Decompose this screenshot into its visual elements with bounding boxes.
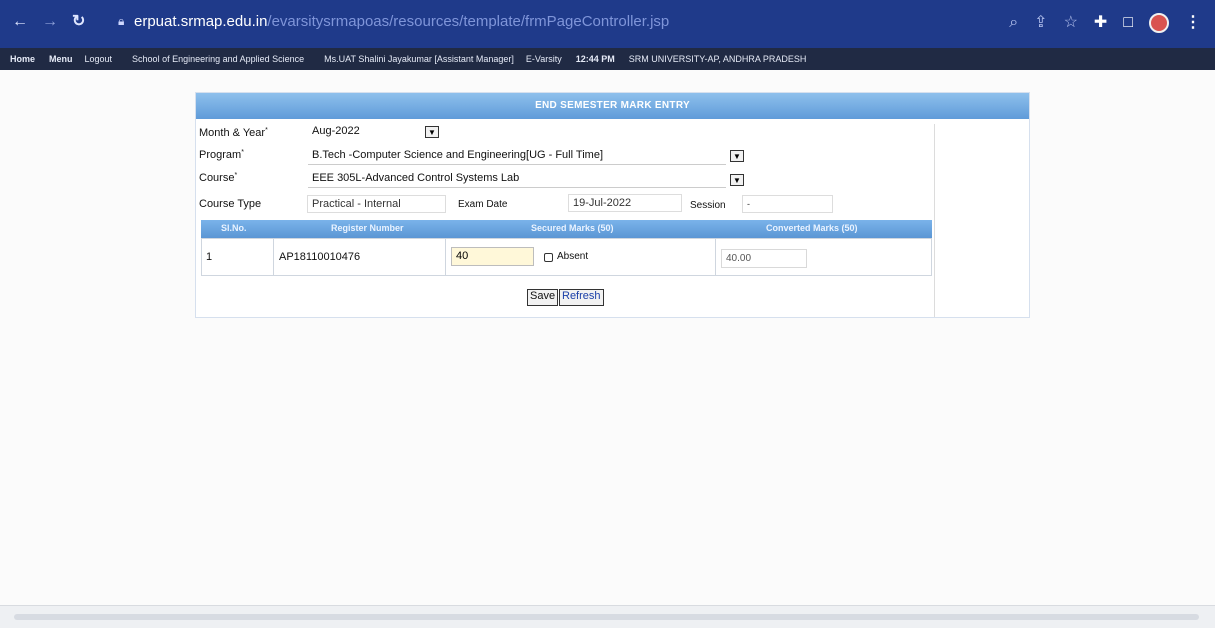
column-divider bbox=[445, 239, 446, 275]
header-register: Register Number bbox=[331, 223, 404, 233]
table-header: Sl.No. Register Number Secured Marks (50… bbox=[201, 220, 932, 238]
address-bar[interactable]: 🔒︎ erpuat.srmap.edu.in/evarsitysrmapoas/… bbox=[110, 8, 990, 38]
course-dropdown-icon[interactable]: ▼ bbox=[730, 174, 744, 186]
url-domain: erpuat.srmap.edu.in bbox=[134, 13, 268, 30]
course-label-text: Course bbox=[199, 172, 235, 184]
lock-icon: 🔒︎ bbox=[118, 14, 125, 28]
panel-right-divider bbox=[934, 124, 935, 317]
scrollbar-thumb[interactable] bbox=[14, 614, 1199, 620]
menu-link[interactable]: Menu bbox=[49, 54, 73, 64]
horizontal-scrollbar[interactable] bbox=[0, 605, 1215, 628]
month-year-dropdown-icon[interactable]: ▼ bbox=[425, 126, 439, 138]
school-name: School of Engineering and Applied Scienc… bbox=[132, 54, 305, 64]
course-select[interactable]: EEE 305L-Advanced Control Systems Lab bbox=[308, 171, 726, 188]
app-menu-bar: Home Menu Logout School of Engineering a… bbox=[0, 48, 1215, 70]
month-year-value[interactable]: Aug-2022 bbox=[312, 125, 360, 137]
course-type-label: Course Type bbox=[199, 198, 262, 210]
home-link[interactable]: Home bbox=[10, 54, 35, 64]
kebab-menu-icon[interactable]: ⋮ bbox=[1185, 13, 1201, 33]
required-asterisk: * bbox=[234, 172, 238, 179]
secured-marks-input[interactable]: 40 bbox=[451, 247, 534, 266]
converted-marks-field: 40.00 bbox=[721, 249, 807, 268]
program-dropdown-icon[interactable]: ▼ bbox=[730, 150, 744, 162]
exam-date-field: 19-Jul-2022 bbox=[568, 194, 682, 212]
month-year-label: Month & Year* bbox=[199, 127, 268, 139]
clock-time: 12:44 PM bbox=[575, 54, 615, 64]
absent-label: Absent bbox=[557, 251, 589, 262]
program-label-text: Program bbox=[199, 149, 242, 161]
share-icon[interactable]: ⇪ bbox=[1034, 13, 1047, 33]
course-type-value: Practical - Internal bbox=[312, 198, 401, 210]
sidebar-icon[interactable]: □ bbox=[1123, 13, 1133, 33]
program-value: B.Tech -Computer Science and Engineering… bbox=[312, 149, 604, 161]
course-type-field: Practical - Internal bbox=[307, 195, 446, 213]
column-divider bbox=[715, 239, 716, 275]
session-field: - bbox=[742, 195, 833, 213]
required-asterisk: * bbox=[241, 149, 244, 156]
profile-avatar-icon[interactable] bbox=[1149, 13, 1169, 33]
required-asterisk: * bbox=[265, 127, 268, 134]
save-button[interactable]: Save bbox=[527, 289, 559, 306]
url-path: /evarsitysrmapoas/resources/template/frm… bbox=[267, 13, 670, 30]
exam-date-value: 19-Jul-2022 bbox=[573, 197, 632, 209]
exam-date-label: Exam Date bbox=[458, 199, 508, 210]
table-row: 1 AP18110010476 40 Absent 40.00 bbox=[201, 238, 932, 276]
reload-icon[interactable]: ↻ bbox=[72, 12, 85, 32]
back-arrow-icon[interactable]: ← bbox=[12, 12, 28, 32]
secured-marks-value: 40 bbox=[456, 250, 469, 262]
column-divider bbox=[273, 239, 274, 275]
logout-link[interactable]: Logout bbox=[85, 54, 113, 64]
program-label: Program* bbox=[199, 149, 244, 161]
session-value: - bbox=[747, 199, 750, 209]
absent-checkbox[interactable] bbox=[544, 253, 553, 262]
session-label: Session bbox=[690, 200, 726, 211]
module-name: E-Varsity bbox=[525, 54, 562, 64]
browser-toolbar: ← → ↻ 🔒︎ erpuat.srmap.edu.in/evarsitysrm… bbox=[0, 0, 1215, 48]
converted-marks-value: 40.00 bbox=[726, 253, 752, 264]
course-label: Course* bbox=[199, 172, 237, 184]
row-slno: 1 bbox=[206, 251, 213, 263]
star-icon[interactable]: ☆ bbox=[1064, 13, 1078, 33]
header-secured-marks: Secured Marks (50) bbox=[531, 223, 614, 233]
forward-arrow-icon[interactable]: → bbox=[42, 12, 58, 32]
panel-title: END SEMESTER MARK ENTRY bbox=[196, 93, 1029, 119]
user-name: Ms.UAT Shalini Jayakumar [Assistant Mana… bbox=[324, 54, 514, 64]
month-year-label-text: Month & Year bbox=[199, 127, 266, 139]
extension-icon[interactable]: ✚ bbox=[1094, 13, 1107, 33]
program-select[interactable]: B.Tech -Computer Science and Engineering… bbox=[308, 148, 726, 165]
refresh-button[interactable]: Refresh bbox=[559, 289, 604, 306]
university-name: SRM UNIVERSITY-AP, ANDHRA PRADESH bbox=[628, 54, 807, 64]
browser-icons: ⌕ ⇪ ☆ ✚ □ ⋮ bbox=[1009, 10, 1201, 36]
url-text: erpuat.srmap.edu.in/evarsitysrmapoas/res… bbox=[134, 13, 669, 30]
row-register-number: AP18110010476 bbox=[279, 251, 361, 263]
header-converted-marks: Converted Marks (50) bbox=[766, 223, 858, 233]
zoom-icon[interactable]: ⌕ bbox=[1009, 13, 1018, 33]
header-slno: Sl.No. bbox=[221, 223, 247, 233]
course-value: EEE 305L-Advanced Control Systems Lab bbox=[312, 172, 520, 184]
